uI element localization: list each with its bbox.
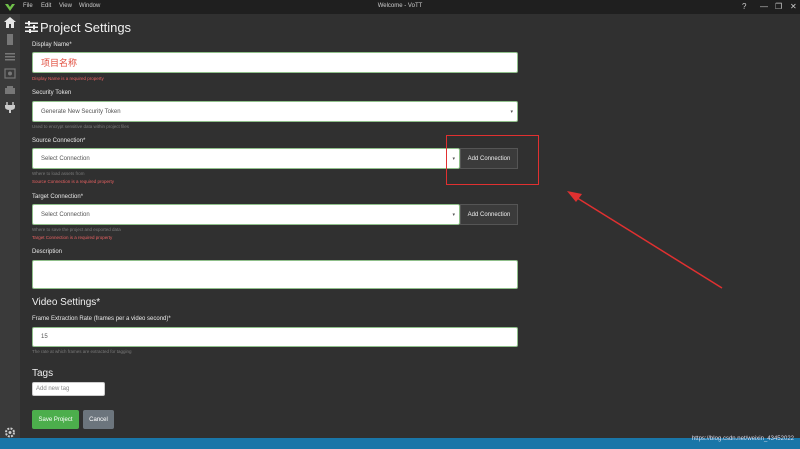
display-name-value: 项目名称 [41,58,78,68]
cancel-button[interactable]: Cancel [83,410,114,429]
display-name-input[interactable]: 项目名称 [32,52,518,73]
target-add-connection-button[interactable]: Add Connection [460,204,518,225]
sliders-icon [25,21,38,33]
display-name-label: Display Name* [32,42,72,48]
plug-icon[interactable] [4,102,16,113]
target-connection-help: Where to save the project and exported d… [32,227,121,232]
settings-icon[interactable] [4,427,16,438]
video-settings-title: Video Settings* [32,297,101,308]
frame-rate-value: 15 [41,334,48,340]
security-token-select[interactable]: Generate New Security Token ▾ [32,101,518,122]
annotation-highlight-box [446,135,539,185]
status-bar [0,438,800,449]
source-connection-error: Source Connection is a required property [32,179,115,184]
page-title: Project Settings [40,20,132,35]
target-connection-label: Target Connection* [32,194,84,200]
maximize-button[interactable]: ❐ [775,2,782,12]
source-connection-label: Source Connection* [32,138,86,144]
title-bar: File Edit View Window Welcome - VoTT ? —… [0,0,800,14]
frame-rate-input[interactable]: 15 [32,327,518,347]
home-icon[interactable] [4,17,16,28]
description-textarea[interactable] [32,260,518,289]
tag-input[interactable]: Add new tag [32,382,105,396]
display-name-error: Display Name is a required property [32,76,104,81]
bookmark-icon[interactable] [4,34,16,45]
target-connection-select[interactable]: Select Connection ▾ [32,204,460,225]
save-project-button[interactable]: Save Project [32,410,79,429]
list-icon[interactable] [4,51,16,62]
sidebar [0,14,20,438]
caret-down-icon: ▾ [452,211,455,218]
target-connection-value: Select Connection [41,211,90,218]
frame-rate-label: Frame Extraction Rate (frames per a vide… [32,316,171,322]
source-connection-value: Select Connection [41,155,90,162]
description-label: Description [32,249,63,255]
tags-title: Tags [32,368,54,379]
close-button[interactable]: ✕ [790,2,797,12]
export-icon[interactable] [4,85,16,96]
window-title: Welcome - VoTT [377,3,423,9]
security-token-help: Used to encrypt sensitive data within pr… [32,124,130,129]
watermark-text: https://blog.csdn.net/weixin_43452022 [691,436,794,442]
tag-input-placeholder: Add new tag [36,386,70,392]
frame-rate-help: The rate at which frames are extracted f… [32,349,132,354]
source-connection-help: Where to load assets from [32,171,85,176]
security-token-value: Generate New Security Token [41,108,121,115]
project-settings-page: Project Settings Display Name* 项目名称 Disp… [20,14,800,438]
image-icon[interactable] [4,68,16,79]
minimize-button[interactable]: — [760,2,768,12]
caret-down-icon: ▾ [510,108,513,115]
target-connection-error: Target Connection is a required property [32,235,113,240]
source-connection-select[interactable]: Select Connection ▾ [32,148,460,169]
security-token-label: Security Token [32,90,72,96]
help-button[interactable]: ? [742,2,746,12]
